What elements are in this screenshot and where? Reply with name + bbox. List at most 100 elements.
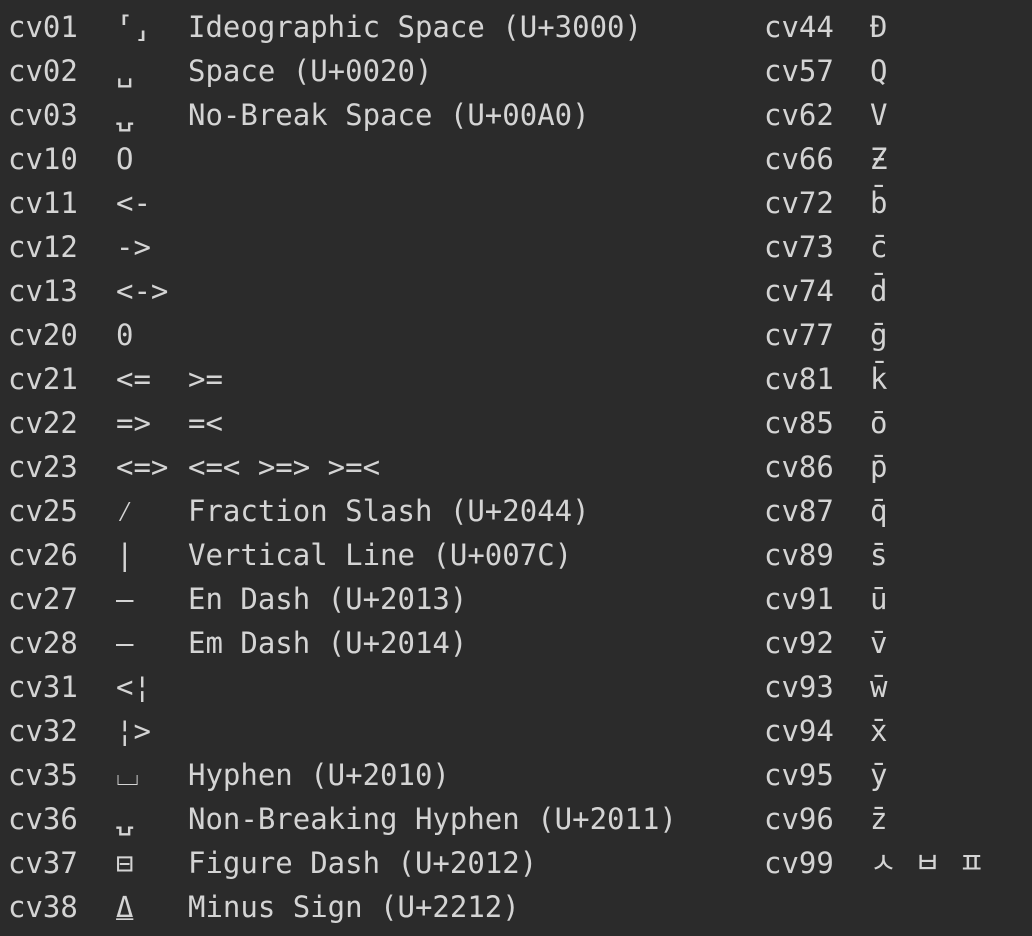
- feature-row-cv72: cv72 b̄: [764, 181, 1024, 225]
- feature-code: cv62: [764, 98, 834, 132]
- feature-glyph: Q: [870, 54, 888, 88]
- feature-row-cv27: cv27 – En Dash (U+2013): [8, 577, 748, 621]
- feature-row-cv01: cv01 ⸢⸥ Ideographic Space (U+3000): [8, 5, 748, 49]
- feature-row-cv44: cv44 Đ: [764, 5, 1024, 49]
- feature-row-cv25: cv25 ⁄ Fraction Slash (U+2044): [8, 489, 748, 533]
- feature-code: cv13: [8, 274, 78, 308]
- feature-glyph: <=: [116, 362, 151, 396]
- feature-glyph: ->: [116, 230, 151, 264]
- feature-glyph: ḡ: [870, 318, 888, 352]
- feature-description: Fraction Slash (U+2044): [188, 494, 590, 528]
- feature-code: cv93: [764, 670, 834, 704]
- feature-code: cv22: [8, 406, 78, 440]
- feature-code: cv11: [8, 186, 78, 220]
- feature-code: cv87: [764, 494, 834, 528]
- feature-glyph: q̄: [870, 494, 888, 528]
- feature-glyph: —: [116, 626, 134, 660]
- feature-description: En Dash (U+2013): [188, 582, 468, 616]
- feature-code: cv31: [8, 670, 78, 704]
- feature-row-cv22: cv22 => =<: [8, 401, 748, 445]
- feature-row-cv38: cv38 ⍙ Minus Sign (U+2212): [8, 885, 748, 929]
- feature-description: Hyphen (U+2010): [188, 758, 450, 792]
- feature-code: cv92: [764, 626, 834, 660]
- feature-row-cv57: cv57 Q: [764, 49, 1024, 93]
- feature-glyph: ⍙: [116, 890, 134, 924]
- feature-glyph: s̄: [870, 538, 888, 572]
- feature-row-cv26: cv26 | Vertical Line (U+007C): [8, 533, 748, 577]
- feature-code: cv26: [8, 538, 78, 572]
- feature-glyph: v̄: [870, 626, 888, 660]
- feature-code: cv73: [764, 230, 834, 264]
- feature-glyph: ȳ: [870, 758, 888, 792]
- feature-glyph: =>: [116, 406, 151, 440]
- feature-code: cv74: [764, 274, 834, 308]
- feature-code: cv94: [764, 714, 834, 748]
- feature-code: cv27: [8, 582, 78, 616]
- feature-code: cv86: [764, 450, 834, 484]
- feature-code: cv23: [8, 450, 78, 484]
- feature-glyph: x̄: [870, 714, 888, 748]
- feature-row-cv36: cv36 ⍽ Non-Breaking Hyphen (U+2011): [8, 797, 748, 841]
- feature-code: cv28: [8, 626, 78, 660]
- feature-description: Em Dash (U+2014): [188, 626, 468, 660]
- feature-row-cv87: cv87 q̄: [764, 489, 1024, 533]
- feature-row-cv74: cv74 d̄: [764, 269, 1024, 313]
- feature-code: cv01: [8, 10, 78, 44]
- feature-row-cv85: cv85 ō: [764, 401, 1024, 445]
- feature-glyph: k̄: [870, 362, 888, 396]
- feature-glyph: ¦>: [116, 714, 151, 748]
- feature-row-cv20: cv20 0: [8, 313, 748, 357]
- feature-code: cv21: [8, 362, 78, 396]
- feature-code: cv37: [8, 846, 78, 880]
- feature-code: cv99: [764, 846, 834, 880]
- feature-row-cv31: cv31 <¦: [8, 665, 748, 709]
- feature-code: cv12: [8, 230, 78, 264]
- feature-description: Ideographic Space (U+3000): [188, 10, 642, 44]
- feature-glyph: ␣: [116, 54, 134, 88]
- feature-description: >=: [188, 362, 223, 396]
- feature-row-cv91: cv91 ū: [764, 577, 1024, 621]
- feature-glyph: b̄: [870, 186, 888, 220]
- feature-glyph: z̄: [870, 802, 888, 836]
- feature-glyph: Đ: [870, 10, 888, 44]
- feature-row-cv66: cv66 Ƶ: [764, 137, 1024, 181]
- feature-row-cv13: cv13 <->: [8, 269, 748, 313]
- feature-row-cv99: cv99 ㅅ ㅂ ㅍ: [764, 841, 1024, 885]
- feature-code: cv25: [8, 494, 78, 528]
- feature-code: cv81: [764, 362, 834, 396]
- feature-glyph: ㅅ ㅂ ㅍ: [870, 846, 985, 880]
- feature-glyph: d̄: [870, 274, 888, 308]
- feature-row-cv03: cv03 ⍽ No-Break Space (U+00A0): [8, 93, 748, 137]
- feature-row-cv62: cv62 V: [764, 93, 1024, 137]
- feature-code: cv66: [764, 142, 834, 176]
- feature-code: cv95: [764, 758, 834, 792]
- feature-row-cv12: cv12 ->: [8, 225, 748, 269]
- feature-glyph: <->: [116, 274, 169, 308]
- feature-code: cv44: [764, 10, 834, 44]
- feature-code: cv20: [8, 318, 78, 352]
- feature-code: cv91: [764, 582, 834, 616]
- feature-row-cv95: cv95 ȳ: [764, 753, 1024, 797]
- feature-row-cv10: cv10 O: [8, 137, 748, 181]
- feature-glyph: |: [116, 538, 134, 572]
- feature-code: cv72: [764, 186, 834, 220]
- feature-row-cv73: cv73 c̄: [764, 225, 1024, 269]
- feature-glyph: <¦: [116, 670, 151, 704]
- feature-row-cv93: cv93 w̄: [764, 665, 1024, 709]
- feature-row-cv94: cv94 x̄: [764, 709, 1024, 753]
- feature-glyph: ⊟: [116, 846, 134, 880]
- feature-row-cv32: cv32 ¦>: [8, 709, 748, 753]
- feature-description: Non-Breaking Hyphen (U+2011): [188, 802, 677, 836]
- feature-code: cv36: [8, 802, 78, 836]
- feature-row-cv21: cv21 <= >=: [8, 357, 748, 401]
- feature-glyph: O: [116, 142, 134, 176]
- feature-row-cv92: cv92 v̄: [764, 621, 1024, 665]
- feature-code: cv96: [764, 802, 834, 836]
- feature-row-cv81: cv81 k̄: [764, 357, 1024, 401]
- feature-row-cv77: cv77 ḡ: [764, 313, 1024, 357]
- feature-row-cv86: cv86 p̄: [764, 445, 1024, 489]
- feature-row-cv96: cv96 z̄: [764, 797, 1024, 841]
- feature-glyph: <-: [116, 186, 151, 220]
- feature-glyph: ū: [870, 582, 888, 616]
- feature-glyph: c̄: [870, 230, 888, 264]
